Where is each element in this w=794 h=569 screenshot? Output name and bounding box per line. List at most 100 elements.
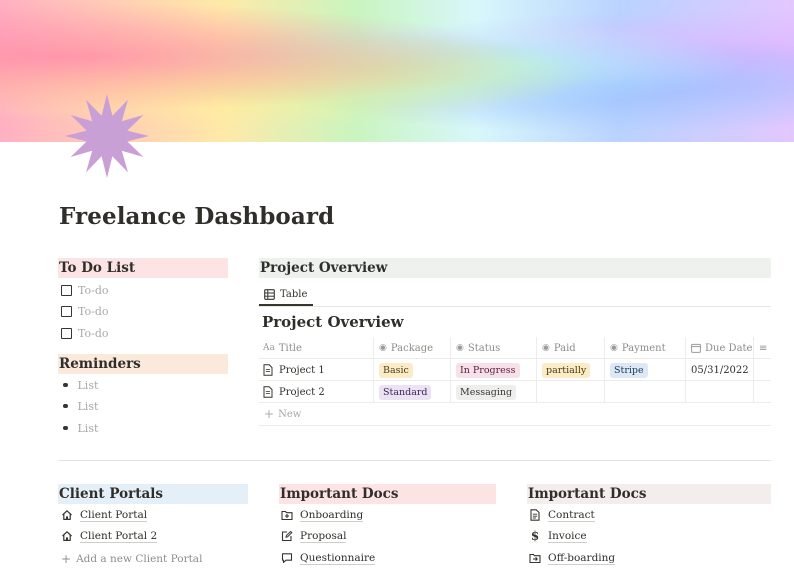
payment-cell[interactable] <box>604 381 685 403</box>
tab-table-view[interactable]: Table <box>259 284 314 306</box>
list-item-label[interactable]: List <box>78 422 99 435</box>
table-bottom-border <box>259 425 771 426</box>
empty-cell[interactable] <box>753 359 771 381</box>
todo-label[interactable]: To-do <box>78 284 109 297</box>
page-icon <box>263 386 273 398</box>
page-link-client-portal[interactable]: Client Portal <box>60 506 148 524</box>
link-label[interactable]: Proposal <box>300 530 347 543</box>
checkbox[interactable] <box>61 327 72 339</box>
due-date: 05/31/2022 <box>691 364 749 376</box>
status-tag: In Progress <box>456 362 520 378</box>
page-title[interactable]: Freelance Dashboard <box>59 203 334 230</box>
paid-cell[interactable] <box>536 381 604 403</box>
package-cell[interactable]: Standard <box>373 381 450 403</box>
todo-label[interactable]: To-do <box>78 327 109 340</box>
page-link-contract[interactable]: Contract <box>528 506 595 524</box>
due-date-cell[interactable]: 05/31/2022 <box>685 359 753 381</box>
project-table: Aa Title ◉ Package ◉ Status ◉ Paid ◉ Pay… <box>259 337 771 403</box>
house-icon <box>60 508 74 522</box>
row-title-cell[interactable]: Project 1 <box>259 359 373 381</box>
due-date-cell[interactable] <box>685 381 753 403</box>
link-label[interactable]: Onboarding <box>300 509 364 522</box>
column-label: Title <box>278 342 302 354</box>
package-tag: Standard <box>379 384 432 400</box>
page-link-questionnaire[interactable]: Questionnaire <box>280 549 376 567</box>
bullet-icon <box>63 382 68 388</box>
column-label: Paid <box>553 342 576 354</box>
status-tag: Messaging <box>456 384 517 400</box>
todo-item[interactable]: To-do <box>61 302 109 320</box>
todo-item[interactable]: To-do <box>61 324 109 342</box>
page-link-off-boarding[interactable]: Off-boarding <box>528 549 616 567</box>
reminders-heading: Reminders <box>58 354 228 374</box>
column-header-package[interactable]: ◉ Package <box>373 337 450 359</box>
page-link-client-portal-2[interactable]: Client Portal 2 <box>60 527 158 545</box>
add-client-portal-button[interactable]: + Add a new Client Portal <box>61 550 202 568</box>
todo-item[interactable]: To-do <box>61 281 109 299</box>
status-cell[interactable]: Messaging <box>450 381 536 403</box>
status-cell[interactable]: In Progress <box>450 359 536 381</box>
edit-icon <box>280 529 294 543</box>
page-icon <box>263 364 273 376</box>
new-row-button[interactable]: + New <box>264 406 301 422</box>
link-label[interactable]: Off-boarding <box>548 552 616 565</box>
package-cell[interactable]: Basic <box>373 359 450 381</box>
row-title[interactable]: Project 1 <box>279 365 325 376</box>
link-label[interactable]: Client Portal 2 <box>80 530 158 543</box>
column-label: Package <box>390 342 434 354</box>
more-columns-icon[interactable]: ≡ <box>753 337 771 359</box>
document-icon <box>528 508 542 522</box>
folder-export-icon <box>528 551 542 565</box>
starburst-icon[interactable] <box>64 93 150 179</box>
column-header-title[interactable]: Aa Title <box>259 337 373 359</box>
add-label: Add a new Client Portal <box>76 553 203 565</box>
row-title[interactable]: Project 2 <box>279 387 325 398</box>
list-item-label[interactable]: List <box>78 400 99 413</box>
select-icon: ◉ <box>379 343 387 353</box>
new-label: New <box>278 408 302 420</box>
table-row[interactable]: Project 2 Standard Messaging <box>259 381 771 403</box>
house-icon <box>60 529 74 543</box>
page-link-proposal[interactable]: Proposal <box>280 527 347 545</box>
paid-tag: partially <box>542 362 591 378</box>
list-item[interactable]: List <box>63 398 98 414</box>
table-header-row: Aa Title ◉ Package ◉ Status ◉ Paid ◉ Pay… <box>259 337 771 359</box>
select-icon: ◉ <box>542 343 550 353</box>
link-label[interactable]: Invoice <box>548 530 587 543</box>
list-item[interactable]: List <box>63 377 98 393</box>
list-item-label[interactable]: List <box>78 379 99 392</box>
tab-divider <box>259 306 771 307</box>
paid-cell[interactable]: partially <box>536 359 604 381</box>
table-row[interactable]: Project 1 Basic In Progress partially St… <box>259 359 771 381</box>
page-link-onboarding[interactable]: Onboarding <box>280 506 364 524</box>
bullet-icon <box>63 403 68 409</box>
list-item[interactable]: List <box>63 420 98 436</box>
empty-cell[interactable] <box>753 381 771 403</box>
page-link-invoice[interactable]: $ Invoice <box>528 527 587 545</box>
text-icon: Aa <box>263 343 275 353</box>
calendar-icon <box>691 343 701 353</box>
row-title-cell[interactable]: Project 2 <box>259 381 373 403</box>
column-header-payment[interactable]: ◉ Payment <box>604 337 685 359</box>
bullet-icon <box>63 425 68 431</box>
checkbox[interactable] <box>61 284 72 296</box>
database-title[interactable]: Project Overview <box>262 313 404 331</box>
payment-tag: Stripe <box>610 362 648 378</box>
link-label[interactable]: Contract <box>548 509 595 522</box>
important-docs-heading: Important Docs <box>279 484 496 504</box>
column-header-paid[interactable]: ◉ Paid <box>536 337 604 359</box>
column-header-due-date[interactable]: Due Date <box>685 337 753 359</box>
important-docs-heading: Important Docs <box>527 484 771 504</box>
todo-label[interactable]: To-do <box>78 305 109 318</box>
link-label[interactable]: Client Portal <box>80 509 148 522</box>
plus-icon: + <box>61 552 72 566</box>
plus-icon: + <box>264 407 275 421</box>
todo-heading: To Do List <box>58 258 228 278</box>
column-header-status[interactable]: ◉ Status <box>450 337 536 359</box>
payment-cell[interactable]: Stripe <box>604 359 685 381</box>
package-tag: Basic <box>379 362 413 378</box>
divider <box>59 460 771 461</box>
checkbox[interactable] <box>61 305 72 317</box>
select-icon: ◉ <box>456 343 464 353</box>
link-label[interactable]: Questionnaire <box>300 552 376 565</box>
